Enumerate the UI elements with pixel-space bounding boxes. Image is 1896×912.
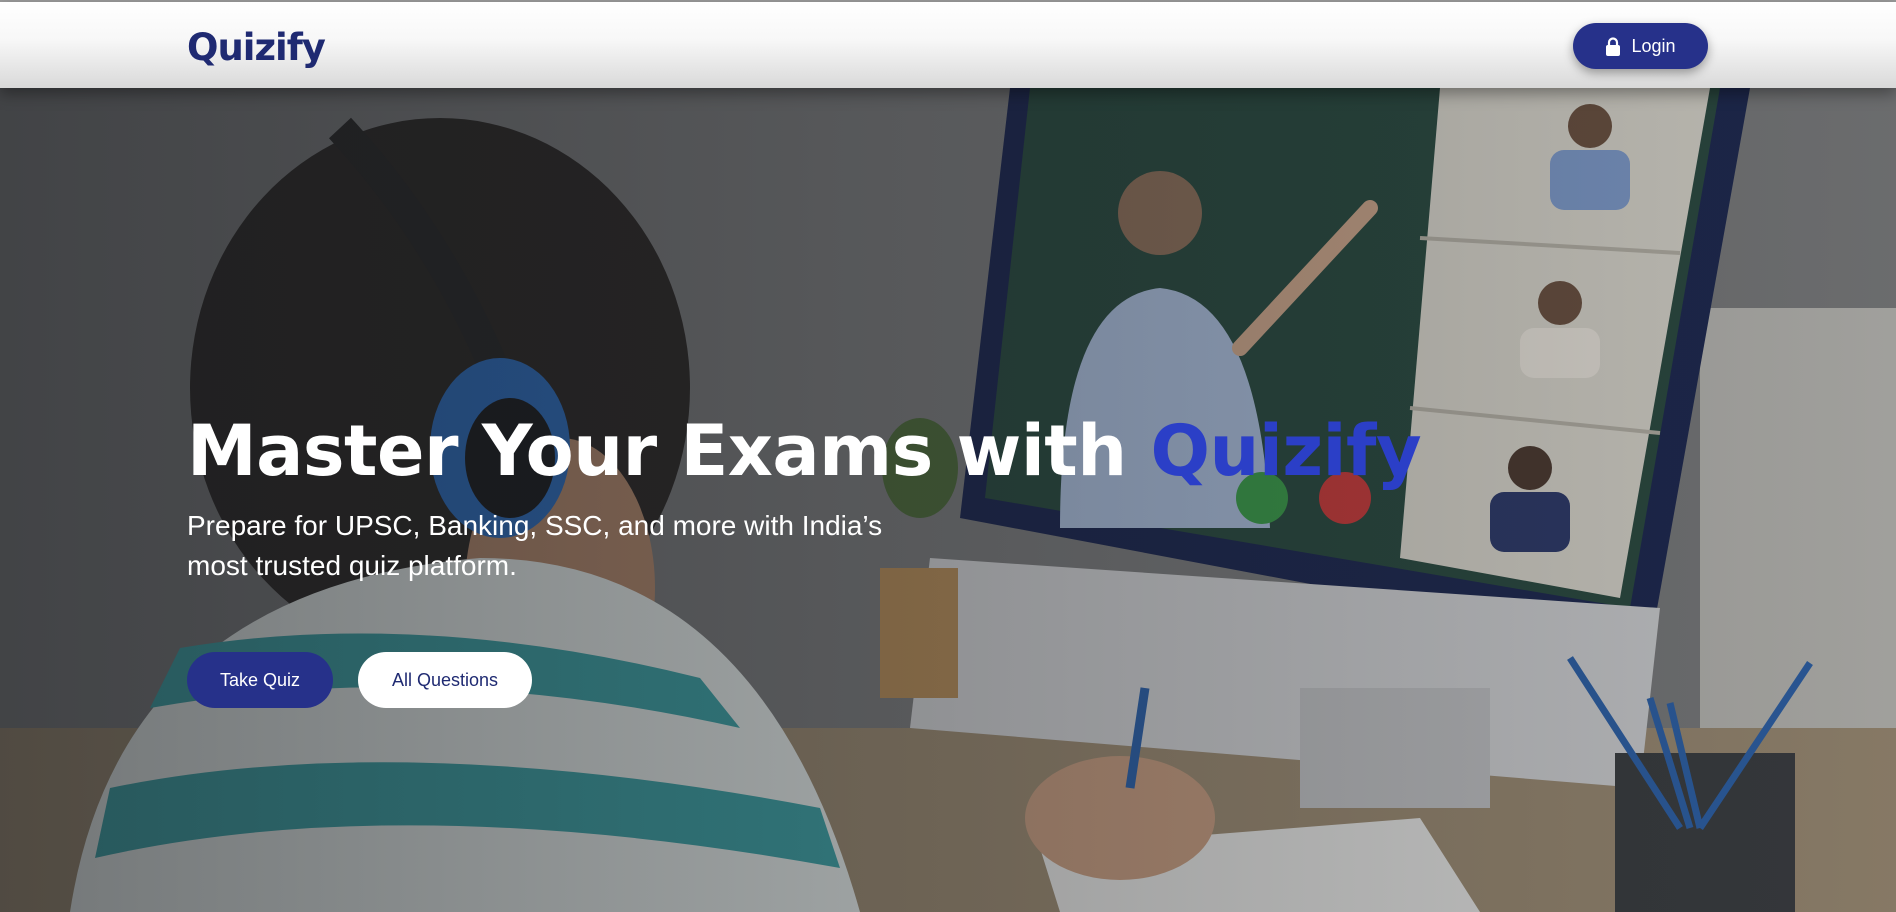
site-header: Quizify Login [0, 2, 1896, 88]
hero-content: Master Your Exams with Quizify Prepare f… [187, 410, 1422, 586]
take-quiz-button[interactable]: Take Quiz [187, 652, 333, 708]
hero-title-prefix: Master Your Exams with [187, 410, 1151, 492]
hero-title: Master Your Exams with Quizify [187, 410, 1422, 492]
login-label: Login [1631, 35, 1676, 56]
hero-actions: Take Quiz All Questions [187, 652, 532, 708]
hero-subtitle: Prepare for UPSC, Banking, SSC, and more… [187, 510, 883, 581]
hero-title-accent: Quizify [1150, 410, 1422, 492]
login-button[interactable]: Login [1573, 23, 1708, 69]
all-questions-button[interactable]: All Questions [358, 652, 532, 708]
site-logo[interactable]: Quizify [187, 26, 326, 69]
lock-icon [1605, 36, 1621, 56]
